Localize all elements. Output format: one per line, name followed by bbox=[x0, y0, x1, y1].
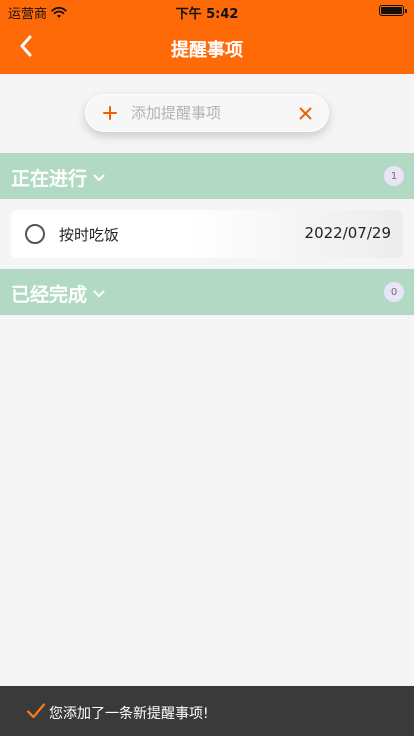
page-title: 提醒事项 bbox=[171, 40, 243, 61]
plus-icon bbox=[103, 106, 117, 120]
section-title-in-progress: 正在进行 bbox=[11, 168, 88, 190]
chevron-down-icon bbox=[93, 174, 105, 181]
section-title-group: 正在进行 bbox=[11, 164, 105, 191]
task-name: 按时吃饭 bbox=[59, 226, 120, 244]
add-button[interactable] bbox=[99, 102, 121, 124]
close-icon bbox=[299, 107, 311, 119]
app-header: 运营商 下午 5:42 提醒事项 bbox=[0, 0, 414, 74]
checkmark-icon bbox=[26, 703, 46, 719]
section-title-group: 已经完成 bbox=[11, 280, 105, 307]
section-header-in-progress[interactable]: 正在进行 1 bbox=[0, 153, 414, 199]
toast-message: 您添加了一条新提醒事项! bbox=[49, 706, 209, 722]
task-date: 2022/07/29 bbox=[304, 224, 391, 242]
nav-bar: 提醒事项 bbox=[0, 20, 414, 74]
add-reminder-bar bbox=[85, 94, 329, 132]
count-badge-completed: 0 bbox=[384, 282, 404, 302]
task-row[interactable]: 按时吃饭 2022/07/29 bbox=[11, 210, 403, 258]
chevron-down-icon bbox=[93, 290, 105, 297]
section-header-completed[interactable]: 已经完成 0 bbox=[0, 269, 414, 315]
section-title-completed: 已经完成 bbox=[11, 284, 88, 306]
complete-checkbox[interactable] bbox=[25, 224, 45, 244]
clear-button[interactable] bbox=[295, 103, 315, 123]
battery-icon bbox=[379, 5, 407, 16]
add-reminder-input[interactable] bbox=[131, 100, 281, 126]
count-badge-in-progress: 1 bbox=[384, 166, 404, 186]
toast-notification: 您添加了一条新提醒事项! bbox=[0, 686, 414, 736]
status-bar: 运营商 下午 5:42 bbox=[0, 0, 414, 22]
